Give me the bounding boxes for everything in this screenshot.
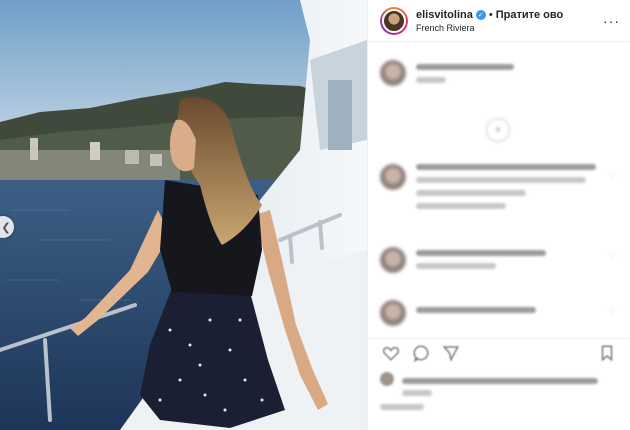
verified-badge-icon: ✓ [475,9,486,20]
comment-heart-icon[interactable]: ♡ [609,252,616,261]
comment-icon[interactable] [410,342,432,364]
comment-row [380,300,536,326]
more-options-icon[interactable]: ··· [603,13,620,29]
post-actions-bar [368,338,630,366]
post-date-blurred [380,404,424,417]
comment-row [380,164,596,216]
comment-row [380,247,546,276]
header-top-line: elisvitolina ✓ • Пратите ово [416,9,603,21]
comment-avatar [380,300,406,326]
comments-section: + ♡ ♡ ♡ [368,42,630,342]
comment-text-blurred [416,164,596,216]
comment-avatar [380,247,406,273]
likes-row-second-line [402,390,432,403]
likes-text-blurred [402,390,432,396]
follow-button[interactable]: Пратите ово [496,9,564,21]
heart-icon[interactable] [380,342,402,364]
comment-heart-icon[interactable]: ♡ [609,172,616,181]
load-more-comments-button[interactable]: + [486,118,510,142]
caption-text-blurred [416,60,514,90]
header-text: elisvitolina ✓ • Пратите ово French Rivi… [416,9,603,33]
bookmark-icon[interactable] [596,342,618,364]
comment-heart-icon[interactable]: ♡ [609,307,616,316]
avatar-image [382,8,406,33]
caption-avatar [380,60,406,86]
share-icon[interactable] [440,342,462,364]
chevron-left-icon: ❮ [1,221,11,234]
separator-dot: • [488,8,493,21]
comment-text-blurred [416,247,546,276]
profile-avatar[interactable] [380,6,408,35]
location-link[interactable]: French Riviera [416,23,603,33]
yacht-photo-image [0,0,367,430]
post-photo[interactable]: ❮ [0,0,367,430]
liker-avatar [380,372,394,386]
likes-row [380,372,598,386]
caption-row [380,60,514,90]
post-side-panel: elisvitolina ✓ • Пратите ово French Rivi… [367,0,630,430]
comment-avatar [380,164,406,190]
comment-text-blurred [416,300,536,320]
username-link[interactable]: elisvitolina [416,9,473,21]
instagram-post-view: ❮ elisvitolina ✓ • Пратите ово French Ri… [0,0,630,430]
post-header: elisvitolina ✓ • Пратите ово French Rivi… [368,0,630,42]
likes-text-blurred [402,378,598,384]
